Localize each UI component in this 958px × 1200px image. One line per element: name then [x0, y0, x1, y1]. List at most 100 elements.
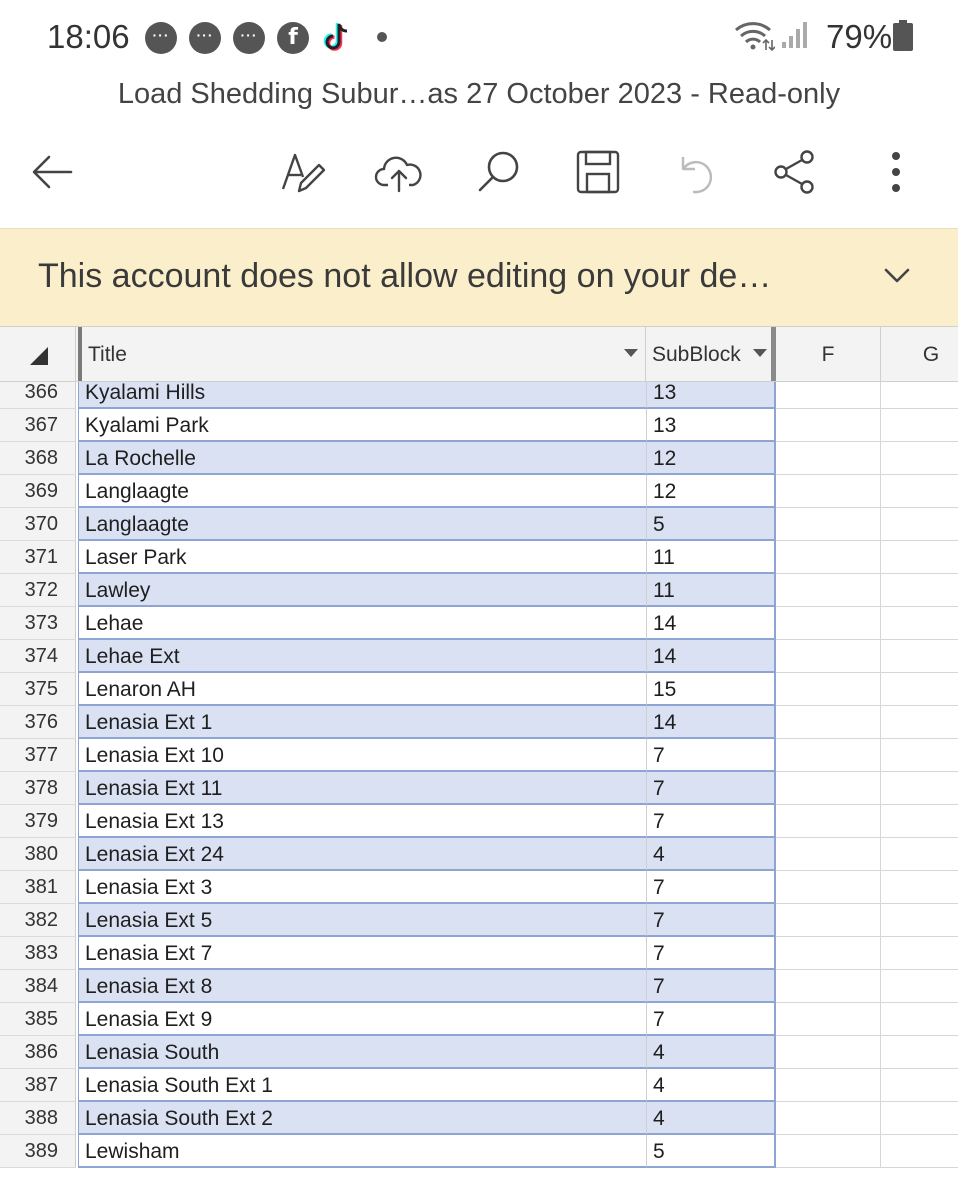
- cell-title[interactable]: Lenasia Ext 3: [78, 871, 646, 904]
- cell-f[interactable]: [776, 706, 881, 739]
- cell-title[interactable]: Lenasia Ext 1: [78, 706, 646, 739]
- cell-subblock[interactable]: 4: [646, 1069, 776, 1102]
- cell-g[interactable]: [881, 706, 958, 739]
- cell-g[interactable]: [881, 1102, 958, 1135]
- cell-f[interactable]: [776, 409, 881, 442]
- row-number[interactable]: 375: [0, 673, 76, 706]
- cell-f[interactable]: [776, 607, 881, 640]
- cell-title[interactable]: Lenasia Ext 13: [78, 805, 646, 838]
- share-icon[interactable]: [767, 140, 823, 204]
- row-number[interactable]: 376: [0, 706, 76, 739]
- cell-title[interactable]: Lehae Ext: [78, 640, 646, 673]
- cell-subblock[interactable]: 14: [646, 607, 776, 640]
- cell-f[interactable]: [776, 1069, 881, 1102]
- filter-dropdown-icon[interactable]: [753, 349, 767, 357]
- cell-g[interactable]: [881, 640, 958, 673]
- select-all-corner[interactable]: [0, 327, 76, 381]
- cell-g[interactable]: [881, 1135, 958, 1168]
- cell-subblock[interactable]: 4: [646, 1102, 776, 1135]
- cell-title[interactable]: Langlaagte: [78, 508, 646, 541]
- cell-title[interactable]: Lenasia South: [78, 1036, 646, 1069]
- cell-subblock[interactable]: 7: [646, 772, 776, 805]
- cell-g[interactable]: [881, 838, 958, 871]
- edit-pen-icon[interactable]: [274, 140, 330, 204]
- cell-title[interactable]: Lenasia Ext 24: [78, 838, 646, 871]
- cell-title[interactable]: Laser Park: [78, 541, 646, 574]
- save-icon[interactable]: [570, 140, 626, 204]
- cell-f[interactable]: [776, 673, 881, 706]
- cell-f[interactable]: [776, 541, 881, 574]
- cell-subblock[interactable]: 12: [646, 442, 776, 475]
- cell-title[interactable]: Lawley: [78, 574, 646, 607]
- cell-title[interactable]: Langlaagte: [78, 475, 646, 508]
- cell-subblock[interactable]: 4: [646, 838, 776, 871]
- row-number[interactable]: 372: [0, 574, 76, 607]
- cell-g[interactable]: [881, 442, 958, 475]
- cell-g[interactable]: [881, 475, 958, 508]
- column-header-f[interactable]: F: [776, 327, 881, 381]
- cell-title[interactable]: La Rochelle: [78, 442, 646, 475]
- row-number[interactable]: 387: [0, 1069, 76, 1102]
- cell-subblock[interactable]: 7: [646, 937, 776, 970]
- cell-subblock[interactable]: 4: [646, 1036, 776, 1069]
- row-number[interactable]: 374: [0, 640, 76, 673]
- row-number[interactable]: 369: [0, 475, 76, 508]
- cell-subblock[interactable]: 13: [646, 409, 776, 442]
- cloud-upload-icon[interactable]: [371, 140, 427, 204]
- cell-title[interactable]: Lenasia South Ext 1: [78, 1069, 646, 1102]
- cell-title[interactable]: Lenasia South Ext 2: [78, 1102, 646, 1135]
- cell-subblock[interactable]: 7: [646, 739, 776, 772]
- row-number[interactable]: 368: [0, 442, 76, 475]
- row-number[interactable]: 385: [0, 1003, 76, 1036]
- cell-g[interactable]: [881, 904, 958, 937]
- cell-title[interactable]: Lenasia Ext 9: [78, 1003, 646, 1036]
- cell-g[interactable]: [881, 508, 958, 541]
- cell-f[interactable]: [776, 442, 881, 475]
- row-number[interactable]: 380: [0, 838, 76, 871]
- cell-subblock[interactable]: 5: [646, 1135, 776, 1168]
- cell-g[interactable]: [881, 1036, 958, 1069]
- filter-dropdown-icon[interactable]: [624, 349, 638, 357]
- row-number[interactable]: 378: [0, 772, 76, 805]
- undo-icon[interactable]: [668, 140, 724, 204]
- cell-f[interactable]: [776, 937, 881, 970]
- search-icon[interactable]: [471, 140, 527, 204]
- back-arrow-icon[interactable]: [24, 140, 80, 204]
- cell-f[interactable]: [776, 508, 881, 541]
- cell-title[interactable]: Lenaron AH: [78, 673, 646, 706]
- cell-g[interactable]: [881, 937, 958, 970]
- cell-f[interactable]: [776, 1036, 881, 1069]
- cell-subblock[interactable]: 14: [646, 706, 776, 739]
- cell-title[interactable]: Lenasia Ext 7: [78, 937, 646, 970]
- cell-f[interactable]: [776, 838, 881, 871]
- cell-g[interactable]: [881, 1003, 958, 1036]
- cell-subblock[interactable]: 7: [646, 805, 776, 838]
- cell-f[interactable]: [776, 1003, 881, 1036]
- row-number[interactable]: 382: [0, 904, 76, 937]
- column-header-title[interactable]: Title: [78, 327, 646, 381]
- cell-g[interactable]: [881, 409, 958, 442]
- row-number[interactable]: 384: [0, 970, 76, 1003]
- cell-f[interactable]: [776, 574, 881, 607]
- row-number[interactable]: 388: [0, 1102, 76, 1135]
- row-number[interactable]: 386: [0, 1036, 76, 1069]
- cell-g[interactable]: [881, 970, 958, 1003]
- cell-title[interactable]: Lenasia Ext 5: [78, 904, 646, 937]
- row-number[interactable]: 373: [0, 607, 76, 640]
- cell-f[interactable]: [776, 739, 881, 772]
- cell-title[interactable]: Lenasia Ext 10: [78, 739, 646, 772]
- cell-subblock[interactable]: 5: [646, 508, 776, 541]
- cell-f[interactable]: [776, 475, 881, 508]
- row-number[interactable]: 367: [0, 409, 76, 442]
- cell-g[interactable]: [881, 607, 958, 640]
- cell-subblock[interactable]: 11: [646, 574, 776, 607]
- row-number[interactable]: 383: [0, 937, 76, 970]
- cell-title[interactable]: Kyalami Park: [78, 409, 646, 442]
- cell-f[interactable]: [776, 805, 881, 838]
- cell-subblock[interactable]: 14: [646, 640, 776, 673]
- cell-g[interactable]: [881, 673, 958, 706]
- cell-title[interactable]: Lenasia Ext 8: [78, 970, 646, 1003]
- cell-subblock[interactable]: 7: [646, 904, 776, 937]
- cell-f[interactable]: [776, 1135, 881, 1168]
- row-number[interactable]: 377: [0, 739, 76, 772]
